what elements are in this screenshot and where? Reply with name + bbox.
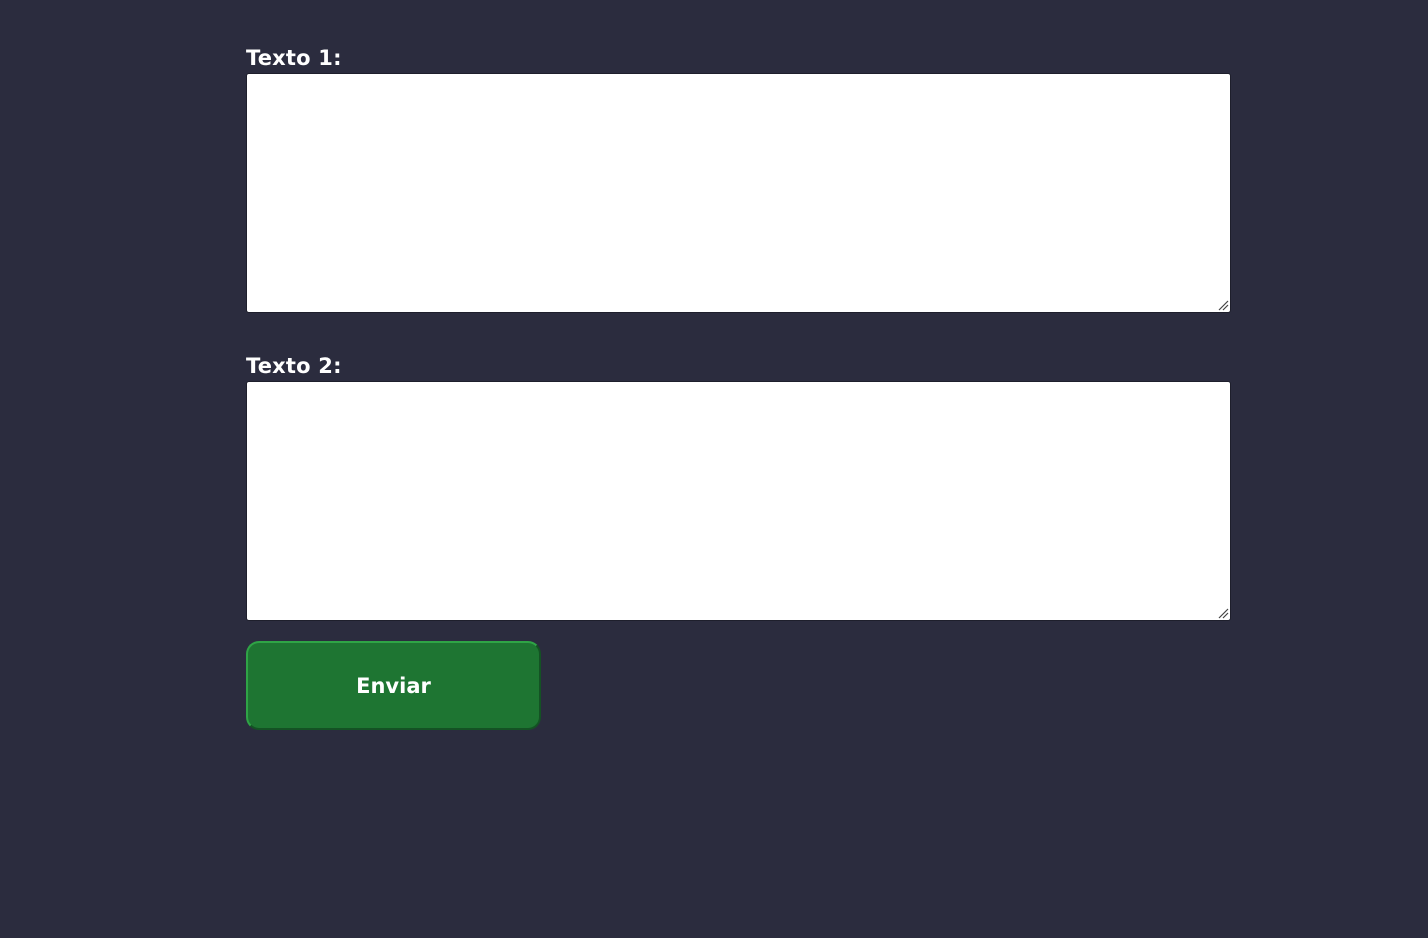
- texto-2-textarea[interactable]: [246, 381, 1231, 621]
- texto-1-textarea[interactable]: [246, 73, 1231, 313]
- texto-2-container: [246, 381, 1231, 621]
- button-row: Enviar: [246, 641, 1231, 730]
- texto-2-label: Texto 2:: [246, 354, 342, 378]
- enviar-button[interactable]: Enviar: [246, 641, 541, 730]
- field-spacer: [246, 313, 1231, 351]
- resize-grip-icon[interactable]: [1217, 607, 1229, 619]
- resize-grip-icon[interactable]: [1217, 299, 1229, 311]
- text-form: Texto 1: Texto 2: Enviar: [246, 43, 1231, 730]
- texto-1-label: Texto 1:: [246, 46, 342, 70]
- texto-1-container: [246, 73, 1231, 313]
